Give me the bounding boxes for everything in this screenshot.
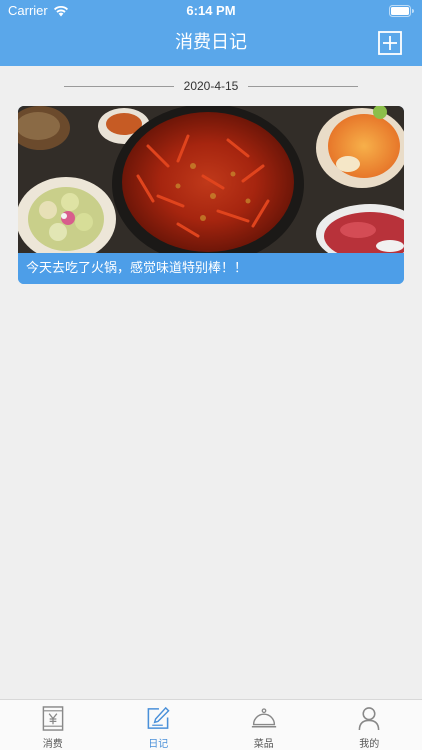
entry-date: 2020-4-15 bbox=[183, 79, 239, 93]
receipt-yen-icon bbox=[42, 706, 64, 731]
tab-consumption[interactable]: 消费 bbox=[0, 700, 106, 750]
diary-entry-card[interactable]: 今天去吃了火锅，感觉味道特别棒！！ bbox=[18, 106, 404, 284]
divider bbox=[64, 85, 174, 87]
date-separator: 2020-4-15 bbox=[64, 76, 358, 96]
tab-label: 我的 bbox=[359, 739, 380, 750]
tab-label: 消费 bbox=[42, 739, 63, 750]
status-bar: Carrier 6:14 PM bbox=[0, 0, 422, 22]
tab-dishes[interactable]: 菜品 bbox=[211, 700, 317, 750]
edit-note-icon bbox=[147, 706, 170, 729]
status-time: 6:14 PM bbox=[186, 3, 236, 18]
battery-icon bbox=[389, 5, 414, 17]
tab-bar: 消费 日记 菜品 我的 bbox=[0, 699, 422, 750]
tab-label: 菜品 bbox=[253, 739, 274, 750]
add-entry-button[interactable] bbox=[378, 31, 402, 55]
tab-label: 日记 bbox=[148, 739, 169, 750]
tab-mine[interactable]: 我的 bbox=[317, 700, 422, 750]
page-title: 消费日记 bbox=[175, 32, 247, 53]
entry-caption: 今天去吃了火锅，感觉味道特别棒！！ bbox=[18, 253, 404, 284]
nav-header: Carrier 6:14 PM 消费日记 bbox=[0, 0, 422, 66]
tab-diary[interactable]: 日记 bbox=[106, 700, 212, 750]
hotpot-photo bbox=[18, 106, 404, 253]
divider bbox=[248, 85, 358, 87]
person-icon bbox=[358, 707, 380, 731]
food-cloche-icon bbox=[251, 708, 276, 728]
